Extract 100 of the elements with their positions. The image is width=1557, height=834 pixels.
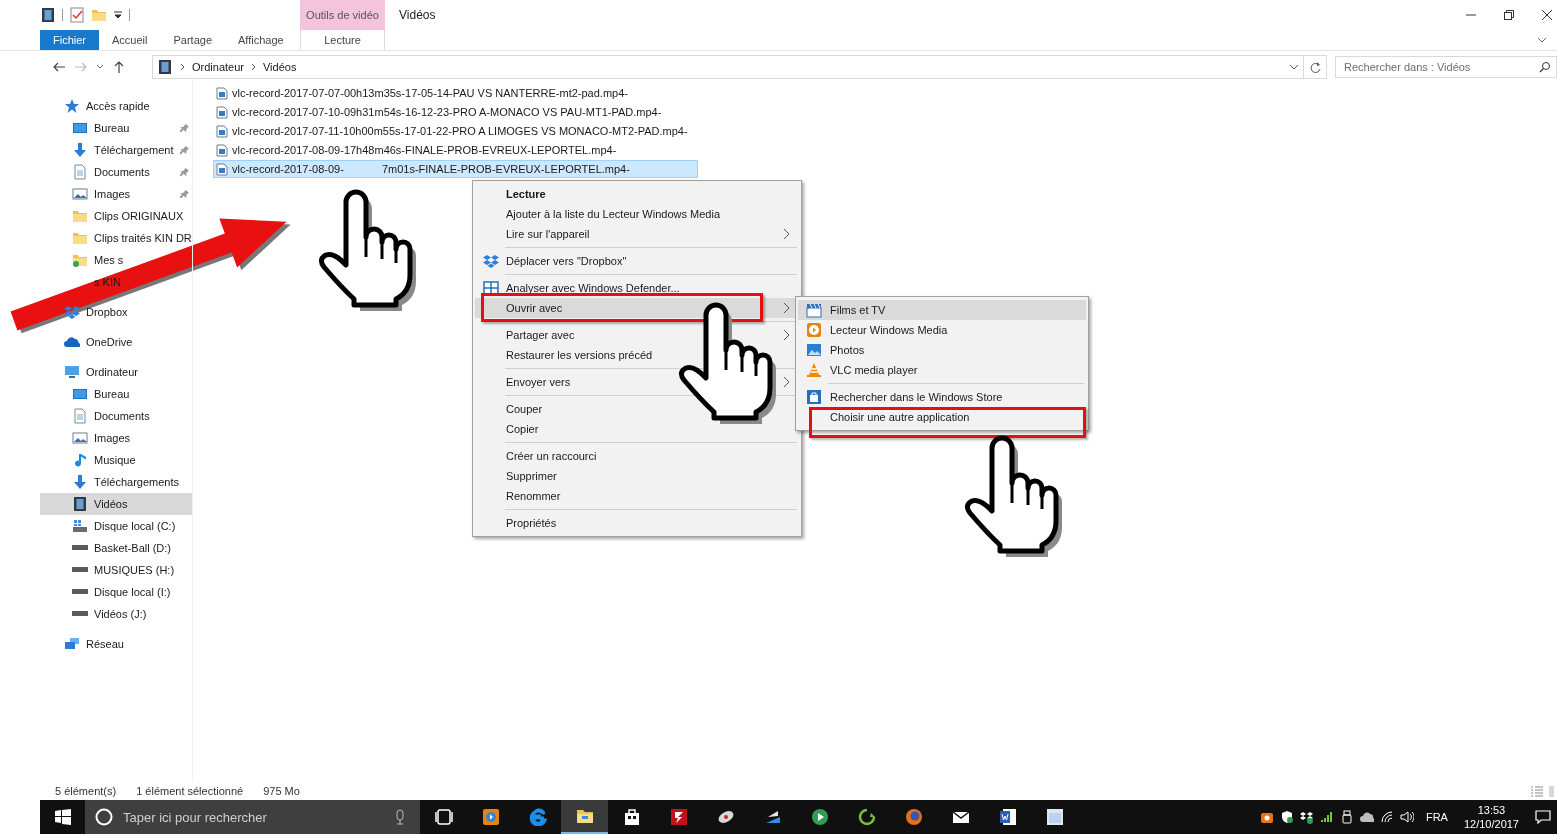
menu-item[interactable]: Ajouter à la liste du Lecteur Windows Media [475,204,799,224]
notification-icon[interactable] [1535,809,1551,825]
nav-item[interactable]: Mes s [40,249,192,271]
nav-item[interactable]: Vidéos (J:) [40,603,192,625]
up-arrow-icon[interactable] [112,60,126,74]
speaker-icon[interactable] [1399,810,1414,824]
menu-item[interactable]: Restaurer les versions précéd [475,345,799,365]
ribbon-tab[interactable]: Lecture [300,30,385,50]
menu-item[interactable]: Lecture [475,184,799,204]
nav-item[interactable]: Images [40,427,192,449]
restore-icon[interactable] [1503,9,1515,21]
drive-icon [72,545,88,550]
satellite-dish-icon [716,808,735,826]
taskbar-button[interactable] [561,800,608,834]
ribbon-tab[interactable]: Partage [160,30,225,50]
search-field[interactable]: Rechercher dans : Vidéos [1335,56,1557,78]
menu-item[interactable]: Photos [798,340,1086,360]
file-row[interactable]: vlc-record-2017-07-07-00h13m35s-17-05-14-PAU VS NANTERRE-mt2-pad.mp4- [213,84,698,102]
video-file-icon [216,105,228,119]
nav-item[interactable]: Images [40,183,192,205]
nav-item[interactable]: Vidéos [40,493,192,515]
menu-item[interactable]: Analyser avec Windows Defender... [475,278,799,298]
breadcrumb[interactable]: Vidéos [263,61,297,73]
nav-item[interactable]: Disque local (C:) [40,515,192,537]
menu-item[interactable]: Supprimer [475,466,799,486]
nav-item[interactable]: Accès rapide [40,95,192,117]
monitor-icon [72,120,88,136]
ribbon-tab[interactable]: Affichage [225,30,297,50]
nav-item[interactable]: Téléchargements [40,471,192,493]
nav-item[interactable]: Clips traités KIN DR [40,227,192,249]
nav-item[interactable]: Bureau [40,383,192,405]
nav-item[interactable]: Réseau [40,633,192,655]
filezilla-icon [669,808,688,826]
pin-icon [178,123,190,135]
dropbox-icon[interactable] [1299,810,1314,824]
nav-item[interactable]: MUSIQUES (H:) [40,559,192,581]
nav-item[interactable]: Téléchargement [40,139,192,161]
nav-item[interactable]: Basket-Ball (D:) [40,537,192,559]
file-row[interactable]: vlc-record-2017-08-09- 7m01s-FINALE-PROB-EVREUX-LEPORTEL.mp4- [213,160,698,178]
nav-item[interactable]: s KIN [40,271,192,293]
nav-item[interactable]: Musique [40,449,192,471]
chevron-right-icon [782,376,791,388]
menu-item[interactable]: Films et TV [798,300,1086,320]
chevron-down-icon[interactable] [1289,63,1299,71]
menu-item[interactable]: Renommer [475,486,799,506]
file-row[interactable]: vlc-record-2017-08-09-17h48m46s-FINALE-PROB-EVREUX-LEPORTEL.mp4- [213,141,698,159]
video-file-icon [216,162,228,176]
nav-item[interactable]: OneDrive [40,331,192,353]
drive-icon [72,567,88,572]
menu-item[interactable]: Copier [475,419,799,439]
chevron-right-icon [782,329,791,341]
language-indicator[interactable]: FRA [1425,811,1448,823]
nav-item[interactable]: Documents [40,161,192,183]
menu-item[interactable]: Rechercher dans le Windows Store [798,387,1086,407]
recycle-icon [857,808,876,826]
checklist-icon[interactable] [69,7,85,23]
nav-item[interactable]: Bureau [40,117,192,139]
ribbon-tab[interactable]: Fichier [40,30,99,50]
menu-item[interactable]: Lecteur Windows Media [798,320,1086,340]
chevron-down-icon[interactable] [96,63,104,71]
close-icon[interactable] [1541,9,1553,21]
back-arrow-icon[interactable] [52,60,66,74]
menu-item[interactable]: Lire sur l'appareil [475,224,799,244]
nav-item[interactable]: Clips ORIGINAUX [40,205,192,227]
taskbar-search-field[interactable]: Taper ici pour rechercher [85,800,420,834]
video-file-icon [216,143,228,157]
pin-icon [178,189,190,201]
picture-icon [806,342,822,358]
dropdown-icon[interactable] [113,10,123,20]
menu-item[interactable]: Créer un raccourci [475,446,799,466]
menu-item[interactable]: Déplacer vers "Dropbox" [475,251,799,271]
menu-item[interactable]: Partager avec [475,325,799,345]
nav-item[interactable]: Dropbox [40,301,192,323]
ribbon-tab[interactable]: Accueil [99,30,161,50]
windows-logo-icon [54,809,71,825]
menu-item[interactable]: VLC media player [798,360,1086,380]
picture-icon [72,430,88,446]
folder-icon [575,807,594,825]
file-row[interactable]: vlc-record-2017-07-11-10h00m55s-17-01-22-PRO A LIMOGES VS MONACO-MT2-PAD.mp4- [213,122,698,140]
menu-item[interactable]: Propriétés [475,513,799,533]
app-tile-icon[interactable] [1259,810,1274,824]
microphone-icon[interactable] [394,809,406,825]
shield-icon[interactable] [1279,810,1294,824]
chevron-down-icon[interactable] [1537,36,1547,44]
window-title: Vidéos [399,8,436,22]
menu-item[interactable]: Envoyer vers [475,372,799,392]
nav-item[interactable]: Documents [40,405,192,427]
address-bar[interactable]: Ordinateur Vidéos [152,55,1304,79]
down-arrow-icon [72,474,88,490]
breadcrumb[interactable]: Ordinateur [192,61,244,73]
dropbox-icon [483,253,499,269]
clock[interactable]: 13:53 12/10/2017 [1463,803,1519,831]
nav-item[interactable]: Ordinateur [40,361,192,383]
refresh-button[interactable] [1304,55,1327,79]
wifi-icon[interactable] [1379,810,1394,824]
signal-bars-icon[interactable] [1319,810,1334,824]
clock-date: 12/10/2017 [1463,817,1519,831]
menu-item[interactable]: Couper [475,399,799,419]
file-row[interactable]: vlc-record-2017-07-10-09h31m54s-16-12-23-PRO A-MONACO VS PAU-MT1-PAD.mp4- [213,103,698,121]
nav-item[interactable]: Disque local (I:) [40,581,192,603]
